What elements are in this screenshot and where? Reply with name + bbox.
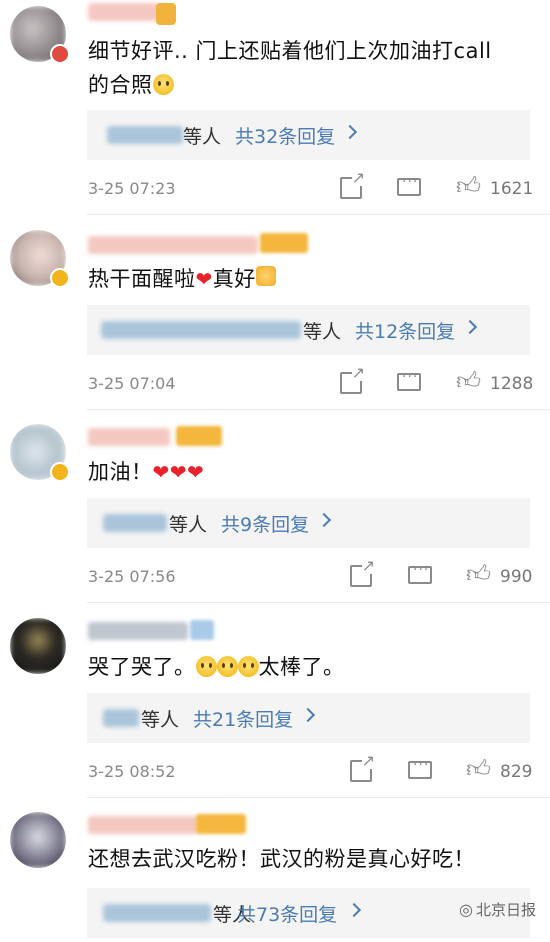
reply-preview[interactable]: 等人 共32条回复 — [87, 110, 530, 160]
chevron-right-icon — [300, 707, 316, 723]
chevron-right-icon — [316, 512, 332, 528]
reply-users-blurred — [103, 904, 211, 922]
comment-text: 加油！❤❤❤ — [88, 460, 205, 484]
share-icon[interactable] — [350, 558, 375, 587]
red-heart-emoji-icon: ❤ — [187, 460, 205, 484]
user-level-icon — [260, 233, 308, 253]
chevron-right-icon — [462, 319, 478, 335]
like-count: 990 — [500, 567, 533, 587]
watermark: ◎ 北京日报 — [459, 899, 536, 920]
divider — [87, 602, 550, 603]
reply-count-link[interactable]: 共9条回复 — [221, 510, 309, 537]
user-level-icon — [156, 3, 176, 25]
sad-face-emoji-icon — [237, 656, 259, 677]
reply-users-blurred — [103, 709, 139, 727]
thumbs-up-emoji-icon — [255, 266, 276, 286]
comment-text-line2: 的合照 — [88, 68, 174, 102]
comment-icon[interactable] — [397, 174, 421, 196]
user-level-icon — [196, 814, 246, 834]
username-blurred[interactable] — [88, 622, 188, 640]
red-heart-emoji-icon: ❤ — [195, 267, 213, 291]
comment-icon[interactable] — [408, 562, 432, 584]
share-icon[interactable] — [340, 170, 365, 199]
reply-count-link[interactable]: 共12条回复 — [355, 317, 455, 344]
reply-users-suffix: 等人 — [303, 321, 342, 343]
like-icon[interactable]: 👍︎ — [456, 174, 481, 198]
comment-time: 3-25 07:56 — [88, 567, 176, 586]
reply-users-blurred — [107, 126, 183, 144]
reply-users-suffix: 等人 — [183, 126, 222, 148]
reply-users-blurred — [103, 514, 167, 532]
comment-text: 还想去武汉吃粉！武汉的粉是真心好吃！ — [88, 847, 475, 871]
username-blurred[interactable] — [88, 3, 160, 21]
sad-face-emoji-icon — [216, 656, 238, 677]
username-blurred[interactable] — [88, 428, 170, 446]
user-level-icon — [176, 426, 222, 446]
chevron-right-icon — [342, 124, 358, 140]
red-heart-emoji-icon: ❤ — [169, 460, 188, 484]
comment-icon[interactable] — [397, 369, 421, 391]
watermark-label: 北京日报 — [475, 901, 536, 919]
wechat-icon: ◎ — [459, 900, 473, 919]
reply-count-link[interactable]: 共73条回复 — [237, 900, 337, 927]
reply-preview[interactable]: 等人 共12条回复 — [87, 305, 530, 355]
comment-time: 3-25 07:23 — [88, 179, 176, 198]
username-blurred[interactable] — [88, 236, 258, 254]
comment-text: 细节好评.. 门上还贴着他们上次加油打call — [88, 39, 492, 63]
reply-count-link[interactable]: 共21条回复 — [193, 705, 293, 732]
like-icon[interactable]: 👍︎ — [466, 757, 491, 781]
verified-badge-icon — [50, 44, 70, 64]
reply-preview[interactable]: 等人 共9条回复 — [87, 498, 530, 548]
like-count: 829 — [500, 762, 533, 782]
comment-text: 哭了哭了。 太棒了。 — [88, 655, 345, 679]
sad-face-emoji-icon — [152, 74, 174, 95]
avatar[interactable] — [10, 812, 66, 868]
reply-users-suffix: 等人 — [169, 514, 208, 536]
divider — [87, 797, 550, 798]
like-count: 1288 — [490, 374, 534, 394]
chevron-right-icon — [346, 902, 362, 918]
reply-users-blurred — [101, 321, 301, 339]
verified-badge-icon — [50, 462, 70, 482]
username-blurred[interactable] — [88, 816, 198, 834]
red-heart-emoji-icon: ❤ — [152, 460, 170, 484]
reply-count-link[interactable]: 共32条回复 — [235, 122, 335, 149]
share-icon[interactable] — [350, 753, 375, 782]
comment-text: 热干面醒啦❤真好 — [88, 262, 276, 296]
comment-icon[interactable] — [408, 757, 432, 779]
like-count: 1621 — [490, 179, 534, 199]
verified-badge-icon — [50, 268, 70, 288]
sad-face-emoji-icon — [195, 656, 217, 677]
divider — [87, 214, 550, 215]
avatar[interactable] — [10, 618, 66, 674]
divider — [87, 409, 550, 410]
like-icon[interactable]: 👍︎ — [456, 369, 481, 393]
reply-preview[interactable]: 等人 共21条回复 — [87, 693, 530, 743]
user-level-icon — [190, 620, 214, 640]
like-icon[interactable]: 👍︎ — [466, 562, 491, 586]
comment-time: 3-25 08:52 — [88, 762, 176, 781]
share-icon[interactable] — [340, 365, 365, 394]
reply-users-suffix: 等人 — [141, 709, 180, 731]
comment-time: 3-25 07:04 — [88, 374, 176, 393]
